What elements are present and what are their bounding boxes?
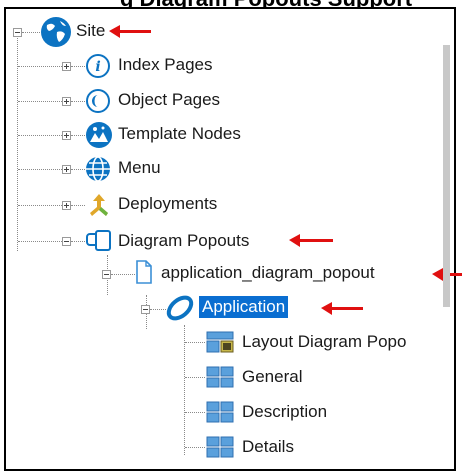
expand-toggle[interactable] [62,97,71,106]
table-icon [206,401,234,423]
diagram-icon [86,230,111,251]
expand-toggle[interactable] [62,165,71,174]
annotation-arrow [289,234,333,247]
annotation-arrow [321,302,363,315]
collapse-toggle[interactable] [62,237,71,246]
tree-item-layout-diagram-popo[interactable]: Layout Diagram Popo [242,331,406,353]
tree-item-object-pages[interactable]: Object Pages [118,89,220,111]
object-circle-icon [86,89,110,113]
tree-item-deployments[interactable]: Deployments [118,193,217,215]
tree-item-index-pages[interactable]: Index Pages [118,54,213,76]
table-icon [206,366,234,388]
deploy-arrows-icon [90,194,108,216]
annotation-arrow [109,25,151,38]
tree-item-details[interactable]: Details [242,436,294,458]
info-circle-icon: i [86,54,110,78]
vertical-scrollbar[interactable] [443,45,450,307]
tree-item-general[interactable]: General [242,366,302,388]
collapse-toggle[interactable] [102,270,111,279]
tree-item-diagram-popouts[interactable]: Diagram Popouts [118,230,249,252]
menu-globe-icon [86,156,110,182]
template-icon [86,122,112,148]
tree-item-application-diagram-popout[interactable]: application_diagram_popout [161,262,375,284]
table-icon [206,436,234,458]
tree-item-application[interactable]: Application [199,296,289,318]
collapse-toggle[interactable] [13,28,22,37]
tree-item-template-nodes[interactable]: Template Nodes [118,123,241,145]
tree-panel: Site i Index Pages Object Pages Template… [4,7,462,471]
document-icon [136,260,152,284]
ellipse-icon [166,295,194,321]
tree-item-site[interactable]: Site [76,20,105,42]
svg-text:i: i [95,59,100,75]
expand-toggle[interactable] [62,131,71,140]
tree-item-description[interactable]: Description [242,401,327,423]
collapse-toggle[interactable] [141,305,150,314]
globe-icon [41,17,71,47]
tree-item-menu[interactable]: Menu [118,157,161,179]
layout-grid-icon [206,331,234,353]
expand-toggle[interactable] [62,201,71,210]
expand-toggle[interactable] [62,62,71,71]
